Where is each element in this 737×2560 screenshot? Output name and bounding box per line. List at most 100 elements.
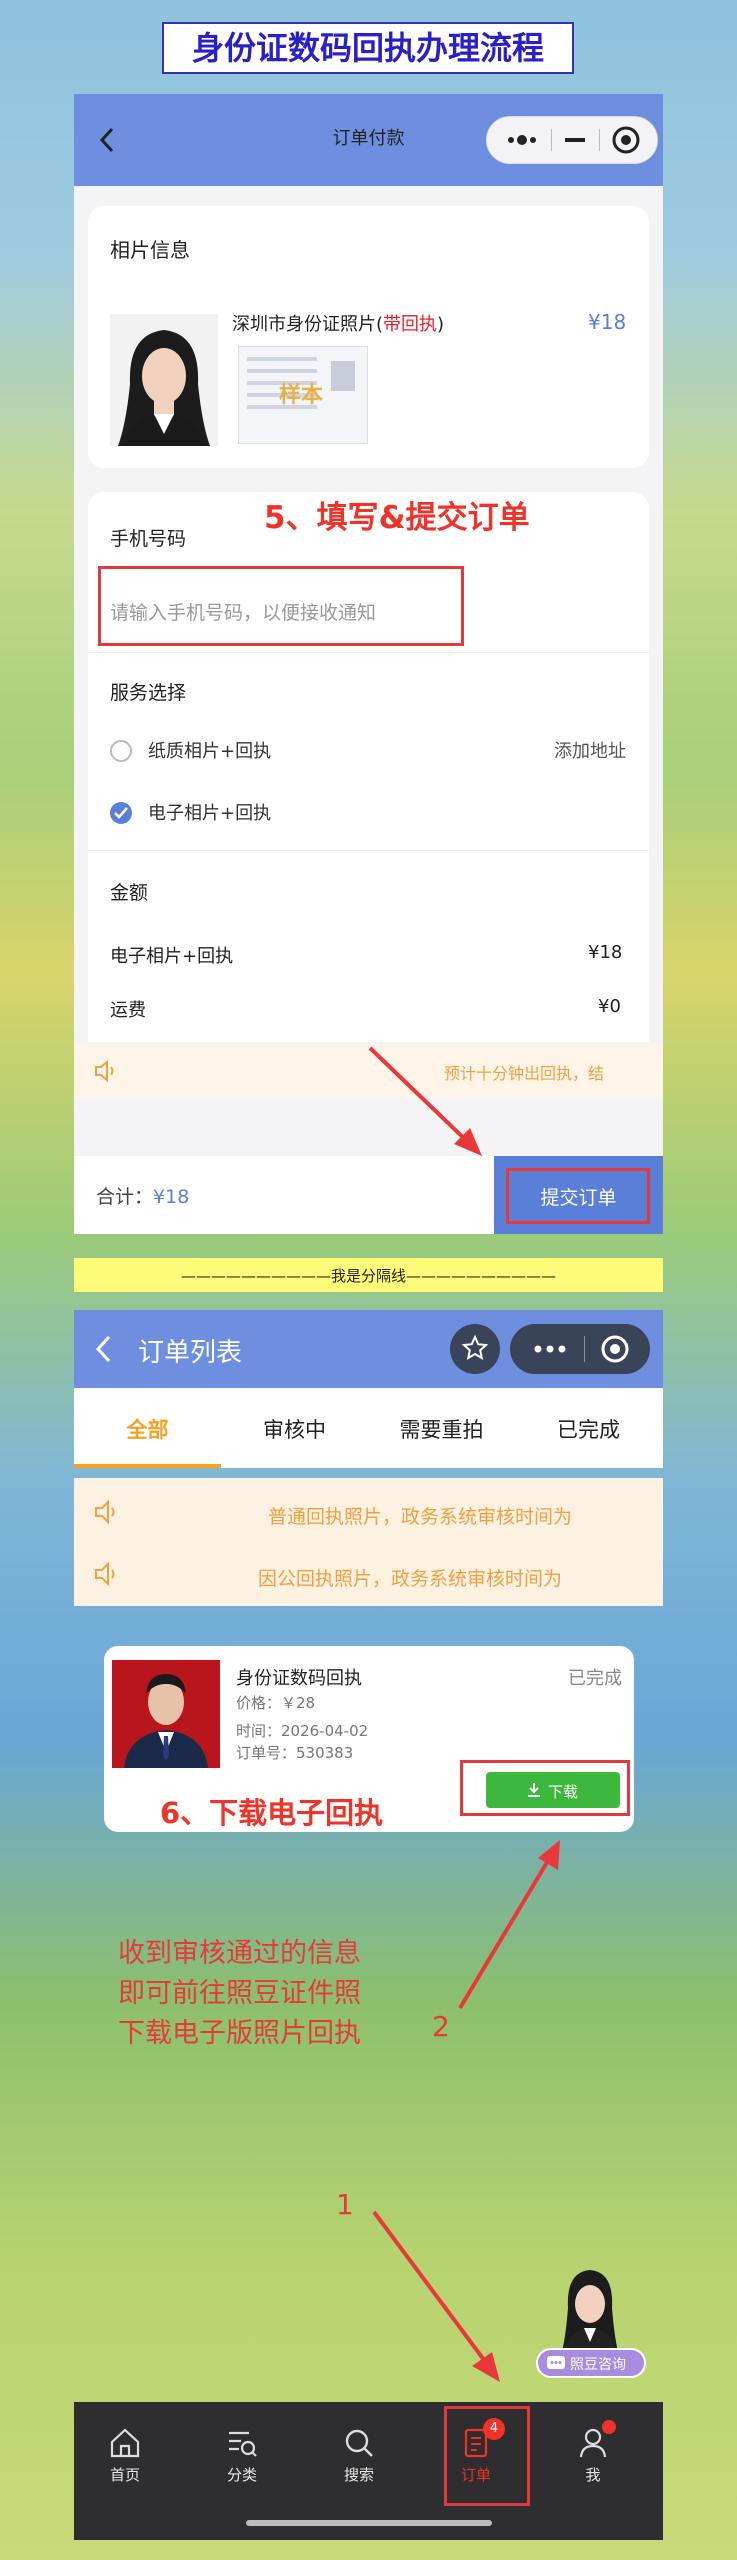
order-title: 身份证数码回执 <box>236 1668 362 1689</box>
tab-retake[interactable]: 需要重拍 <box>368 1414 515 1444</box>
divider <box>88 652 649 653</box>
capsule-divider <box>599 129 600 151</box>
tab-home[interactable]: 首页 <box>80 2426 170 2485</box>
receipt-sample-image: 样本 <box>238 346 368 444</box>
service-option-electronic[interactable]: 电子相片+回执 <box>148 799 271 825</box>
consult-label: 照豆咨询 <box>570 2357 626 2373</box>
photo-section-title: 相片信息 <box>110 238 190 262</box>
page-title: 身份证数码回执办理流程 <box>162 22 574 74</box>
tab-reviewing[interactable]: 审核中 <box>221 1414 368 1444</box>
receipt-lines <box>247 357 317 361</box>
total-line: 合计：¥18 <box>96 1182 189 1209</box>
explain-line: 下载电子版照片回执 <box>118 2018 361 2049</box>
tab-active-underline <box>74 1464 221 1468</box>
check-icon <box>114 807 128 819</box>
chat-icon <box>547 2356 565 2369</box>
step5-annotation: 5、填写&提交订单 <box>264 500 530 536</box>
close-circle-icon[interactable] <box>600 1334 630 1364</box>
download-highlight <box>460 1760 630 1816</box>
add-address-link[interactable]: 添加地址 <box>554 737 626 763</box>
orders-tab-highlight <box>444 2406 530 2506</box>
nav-title: 订单列表 <box>138 1338 243 1368</box>
amount-label: 金额 <box>110 882 149 904</box>
close-circle-icon[interactable] <box>611 125 641 155</box>
arrow-to-submit <box>368 1046 482 1156</box>
nav-bar: 订单列表 <box>74 1310 663 1388</box>
product-name-line: 深圳市身份证照片(带回执) <box>232 314 445 335</box>
amount-row-value: ¥18 <box>588 942 623 963</box>
order-photo <box>112 1660 220 1768</box>
notice-text: 普通回执照片，政务系统审核时间为 <box>268 1506 573 1528</box>
back-icon[interactable] <box>92 1334 116 1364</box>
tab-label: 搜索 <box>343 2466 374 2484</box>
tab-completed[interactable]: 已完成 <box>515 1414 662 1444</box>
step6-annotation: 6、下载电子回执 <box>160 1796 384 1830</box>
service-label: 服务选择 <box>110 682 187 704</box>
more-icon[interactable] <box>503 129 543 151</box>
divider <box>88 850 649 851</box>
explain-line: 即可前往照豆证件照 <box>118 1978 361 2009</box>
speaker-icon <box>95 1562 115 1586</box>
arrow-to-download <box>458 1840 560 2010</box>
tab-label: 首页 <box>109 2466 140 2484</box>
consult-avatar <box>562 2270 618 2352</box>
capsule-menu[interactable] <box>486 116 658 164</box>
notice-area: 普通回执照片，政务系统审核时间为 因公回执照片，政务系统审核时间为 <box>74 1478 663 1606</box>
order-number: 订单号：530383 <box>236 1744 354 1762</box>
phone-label: 手机号码 <box>110 528 187 550</box>
search-icon <box>345 2429 373 2457</box>
home-icon <box>110 2428 140 2458</box>
tab-category[interactable]: 分类 <box>197 2426 287 2485</box>
order-status: 已完成 <box>568 1668 622 1689</box>
radio-paper[interactable] <box>110 740 132 762</box>
order-time: 时间：2026-04-02 <box>236 1722 369 1740</box>
radio-electronic[interactable] <box>110 802 132 824</box>
product-price: ¥18 <box>588 310 627 334</box>
capsule-menu[interactable] <box>510 1324 650 1374</box>
more-icon[interactable] <box>530 1338 570 1360</box>
nav-bar: 订单付款 <box>74 94 663 186</box>
explain-line: 收到审核通过的信息 <box>118 1938 361 1969</box>
tab-search[interactable]: 搜索 <box>314 2426 404 2485</box>
total-value: ¥18 <box>153 1186 190 1208</box>
service-option-paper[interactable]: 纸质相片+回执 <box>148 737 271 763</box>
tab-label: 分类 <box>226 2466 257 2484</box>
step-number-1: 1 <box>336 2188 354 2221</box>
amount-row-label: 电子相片+回执 <box>110 946 234 967</box>
step-number-2: 2 <box>432 2010 450 2043</box>
shipping-label: 运费 <box>110 1000 146 1021</box>
sample-stamp: 样本 <box>279 383 324 408</box>
total-label: 合计： <box>96 1186 154 1208</box>
notice-text: 因公回执照片，政务系统审核时间为 <box>258 1568 563 1590</box>
bottom-bar: 合计：¥18 提交订单 <box>74 1156 663 1234</box>
tab-bar: 全部 审核中 需要重拍 已完成 <box>74 1388 663 1468</box>
separator-strip: ——————————我是分隔线—————————— <box>74 1258 663 1292</box>
capsule-divider <box>584 1336 585 1362</box>
tab-me[interactable]: 我 <box>548 2420 638 2485</box>
explain-text: 收到审核通过的信息 即可前往照豆证件照 下载电子版照片回执 <box>118 1934 361 2054</box>
consult-widget[interactable]: 照豆咨询 <box>536 2264 646 2388</box>
category-icon <box>229 2431 257 2457</box>
arrow-to-orders-tab <box>372 2210 500 2382</box>
favorite-button[interactable] <box>450 1324 500 1374</box>
order-price: 价格：￥28 <box>236 1694 316 1712</box>
speaker-icon <box>95 1500 115 1524</box>
tab-all[interactable]: 全部 <box>74 1414 221 1444</box>
star-icon <box>461 1334 489 1361</box>
product-tag: 带回执 <box>383 314 438 335</box>
separator-text: ——————————我是分隔线—————————— <box>180 1267 556 1285</box>
tab-label: 我 <box>585 2466 601 2484</box>
minimize-icon[interactable] <box>561 129 589 151</box>
red-dot-badge <box>602 2420 616 2434</box>
phone-input-highlight <box>98 566 464 646</box>
submit-highlight <box>506 1168 650 1224</box>
speaker-icon <box>95 1060 114 1082</box>
product-name: 深圳市身份证照片 <box>232 314 376 335</box>
photo-info-card: 相片信息 深圳市身份证照片(带回执) ¥18 样本 <box>88 206 649 468</box>
consult-label-box[interactable]: 照豆咨询 <box>536 2348 646 2378</box>
capsule-divider <box>551 129 552 151</box>
order-list-screen: 订单列表 全部 审核中 需要重拍 已完成 普通回执照片，政务系统审核时间为 因公… <box>74 1310 663 2540</box>
portrait-photo <box>110 314 218 446</box>
shipping-value: ¥0 <box>598 996 621 1017</box>
bottom-tab-bar: 首页 分类 搜索 订单 4 我 <box>74 2402 663 2540</box>
